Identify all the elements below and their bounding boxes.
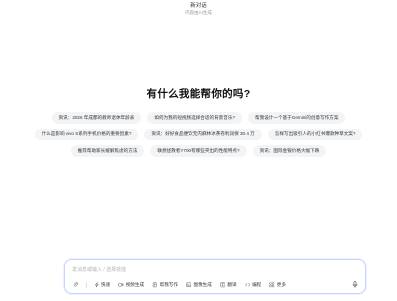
translate-icon [220, 282, 226, 288]
writing-label: 帮我写作 [159, 282, 178, 287]
coding-button[interactable]: 编程 [243, 281, 264, 289]
writing-button[interactable]: 帮我写作 [150, 281, 180, 289]
video-icon [118, 283, 124, 287]
suggestion-chip[interactable]: 资讯：好好食品便饮无内麻林冰茶卷利润保 30.4 万 [144, 128, 262, 141]
welcome-heading: 有什么我能帮你的吗? [146, 88, 251, 100]
suggestion-chip[interactable]: 帮我设计一个基于Gemini的创意写作方案 [248, 112, 346, 124]
code-icon [244, 283, 250, 287]
toolbar-divider [85, 282, 87, 288]
message-composer: 快速 视频生成 帮我写作 图像生成 翻译 编程 更多 [64, 259, 366, 294]
chat-title: 新对话 [190, 3, 207, 9]
video-generation-label: 视频生成 [125, 282, 145, 287]
image-icon [186, 282, 192, 288]
suggestion-chip[interactable]: 什么是影响 vivo S系列手机价格的重要因素? [34, 128, 139, 141]
lightning-icon [94, 282, 99, 288]
message-input[interactable] [72, 265, 358, 274]
suggestion-chip[interactable]: 推荐帮助家长缓解焦虑的方法 [70, 145, 145, 157]
image-generation-label: 图像生成 [193, 282, 212, 287]
chat-header: 新对话 内容由AI生成 [0, 0, 397, 18]
composer-toolbar: 快速 视频生成 帮我写作 图像生成 翻译 编程 更多 [71, 281, 288, 289]
paperclip-icon [73, 282, 78, 287]
microphone-icon [352, 280, 358, 288]
image-generation-button[interactable]: 图像生成 [184, 281, 214, 289]
suggestion-list: 资讯：2026 年成都的教师退休年龄表 如何为我的短视频选择合适的背景音乐? 帮… [0, 112, 397, 162]
attach-button[interactable] [71, 281, 81, 289]
more-button[interactable]: 更多 [267, 281, 288, 289]
quick-mode-button[interactable]: 快速 [92, 281, 113, 289]
translate-button[interactable]: 翻译 [218, 281, 239, 289]
document-icon [152, 282, 157, 288]
coding-label: 编程 [252, 282, 262, 287]
suggestion-row: 推荐帮助家长缓解焦虑的方法 联想拯救者Y700有哪些突出的性能特点? 资讯：国际… [0, 145, 397, 157]
voice-input-button[interactable] [351, 280, 359, 288]
more-label: 更多 [276, 282, 286, 287]
ai-disclaimer: 内容由AI生成 [185, 10, 212, 15]
suggestion-row: 资讯：2026 年成都的教师退休年龄表 如何为我的短视频选择合适的背景音乐? 帮… [0, 112, 397, 124]
translate-label: 翻译 [227, 282, 237, 287]
video-generation-button[interactable]: 视频生成 [116, 281, 146, 289]
suggestion-chip[interactable]: 联想拯救者Y700有哪些突出的性能特点? [150, 145, 247, 157]
suggestion-chip[interactable]: 怎样写出吸引人的小红书爆款种草文案? [267, 128, 363, 141]
suggestion-chip[interactable]: 如何为我的短视频选择合适的背景音乐? [147, 112, 242, 124]
grid-icon [269, 282, 275, 288]
quick-mode-label: 快速 [101, 282, 111, 287]
suggestion-row: 什么是影响 vivo S系列手机价格的重要因素? 资讯：好好食品便饮无内麻林冰茶… [0, 128, 397, 141]
suggestion-chip[interactable]: 资讯：国际金银价格大幅下跌 [252, 145, 327, 157]
suggestion-chip[interactable]: 资讯：2026 年成都的教师退休年龄表 [51, 112, 142, 124]
